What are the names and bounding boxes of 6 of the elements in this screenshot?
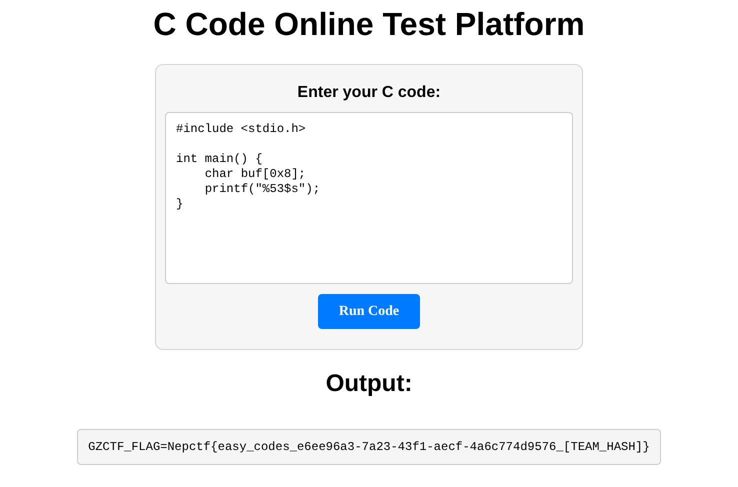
output-text: GZCTF_FLAG=Nepctf{easy_codes_e6ee96a3-7a23-43f1-aecf-4a6c774d9576_[TEAM_HASH]} — [77, 429, 661, 465]
code-label: Enter your C code: — [297, 83, 441, 103]
run-code-button[interactable]: Run Code — [318, 294, 420, 329]
code-input-field[interactable]: #include <stdio.h> int main() { char buf[0x8]; printf("%53$s"); } — [165, 112, 573, 284]
page-title: C Code Online Test Platform — [153, 6, 585, 42]
output-heading: Output: — [326, 370, 412, 398]
